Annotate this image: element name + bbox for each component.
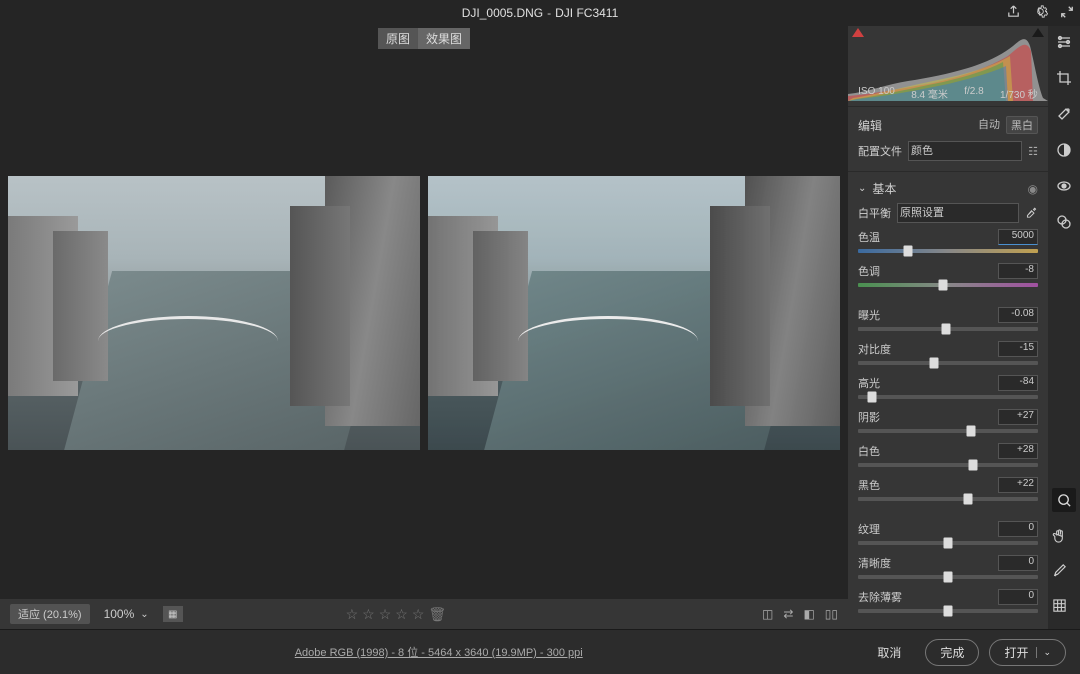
sampler-tool-icon[interactable] — [1052, 563, 1076, 582]
after-label[interactable]: 效果图 — [418, 28, 470, 49]
rating-stars: ☆ ☆ ☆ ☆ ☆ 🗑 — [346, 606, 447, 623]
exif-iso: ISO 100 — [858, 86, 895, 101]
dehaze-slider[interactable] — [858, 609, 1038, 613]
clarity-value[interactable]: 0 — [998, 555, 1038, 571]
clarity-label: 清晰度 — [858, 555, 891, 571]
edit-title: 编辑 — [858, 117, 882, 134]
cycle-view-icon[interactable]: ▯▯ — [825, 607, 838, 621]
before-label[interactable]: 原图 — [378, 28, 418, 49]
compare-mode-1-icon[interactable]: ◫ — [762, 607, 773, 621]
redeye-tool-icon[interactable] — [1056, 178, 1072, 198]
title-bar: DJI_0005.DNG - DJI FC3411 — [0, 0, 1080, 26]
preview-toolbar: 适应 (20.1%) 100% ▦ ☆ ☆ ☆ ☆ ☆ 🗑 ◫ ⇄ ◧ ▯▯ — [0, 599, 848, 629]
highlight-clip-warning-icon[interactable] — [1032, 28, 1044, 37]
gear-icon[interactable] — [1033, 4, 1048, 22]
highlights-slider[interactable] — [858, 395, 1038, 399]
dehaze-label: 去除薄雾 — [858, 589, 902, 605]
open-button[interactable]: 打开 — [989, 639, 1066, 666]
histogram[interactable]: ISO 100 8.4 毫米 f/2.8 1/730 秒 — [848, 26, 1048, 107]
auto-button[interactable]: 自动 — [978, 116, 1000, 134]
wb-select[interactable]: 原照设置 — [897, 203, 1019, 223]
share-icon[interactable] — [1006, 4, 1021, 22]
tool-strip — [1048, 26, 1080, 629]
exposure-value[interactable]: -0.08 — [998, 307, 1038, 323]
whites-value[interactable]: +28 — [998, 443, 1038, 459]
swap-icon[interactable]: ⇄ — [783, 607, 793, 621]
cancel-button[interactable]: 取消 — [863, 640, 915, 665]
hand-tool-icon[interactable] — [1052, 528, 1076, 547]
edit-tool-icon[interactable] — [1056, 34, 1072, 54]
shadows-value[interactable]: +27 — [998, 409, 1038, 425]
chevron-down-icon: ⌄ — [858, 183, 866, 194]
metadata-link[interactable]: Adobe RGB (1998) - 8 位 - 5464 x 3640 (19… — [295, 644, 583, 660]
heal-tool-icon[interactable] — [1056, 106, 1072, 126]
edit-panel: ISO 100 8.4 毫米 f/2.8 1/730 秒 编辑 自动 黑白 配置… — [848, 26, 1048, 629]
star-3[interactable]: ☆ — [379, 606, 392, 623]
star-2[interactable]: ☆ — [362, 606, 375, 623]
tint-slider[interactable] — [858, 283, 1038, 287]
blacks-slider[interactable] — [858, 497, 1038, 501]
texture-label: 纹理 — [858, 521, 880, 537]
camera-model: DJI FC3411 — [555, 6, 618, 20]
profile-select[interactable]: 颜色 — [908, 141, 1022, 161]
dehaze-value[interactable]: 0 — [998, 589, 1038, 605]
file-name: DJI_0005.DNG — [462, 6, 543, 20]
shadow-clip-warning-icon[interactable] — [852, 28, 864, 37]
zoom-select[interactable]: 100% — [100, 605, 153, 623]
preview-area: 原图 效果图 适应 (20.1%) 100% ▦ ☆ ☆ ☆ ☆ ☆ 🗑 — [0, 26, 848, 629]
after-image[interactable] — [428, 176, 840, 450]
temp-slider[interactable] — [858, 249, 1038, 253]
exposure-slider[interactable] — [858, 327, 1038, 331]
crop-tool-icon[interactable] — [1056, 70, 1072, 90]
blacks-value[interactable]: +22 — [998, 477, 1038, 493]
highlights-label: 高光 — [858, 375, 880, 391]
texture-value[interactable]: 0 — [998, 521, 1038, 537]
contrast-label: 对比度 — [858, 341, 891, 357]
basic-title: 基本 — [872, 180, 896, 197]
exif-aperture: f/2.8 — [964, 86, 983, 101]
blacks-label: 黑色 — [858, 477, 880, 493]
temp-value[interactable]: 5000 — [998, 229, 1038, 245]
contrast-slider[interactable] — [858, 361, 1038, 365]
highlights-value[interactable]: -84 — [998, 375, 1038, 391]
basic-section-header[interactable]: ⌄ 基本 ◉ — [858, 180, 1038, 197]
before-image[interactable] — [8, 176, 420, 450]
grid-tool-icon[interactable] — [1052, 598, 1076, 617]
compare-labels: 原图 效果图 — [378, 28, 470, 49]
exposure-label: 曝光 — [858, 307, 880, 323]
tint-value[interactable]: -8 — [998, 263, 1038, 279]
profile-browser-icon[interactable]: ☷ — [1028, 145, 1038, 158]
star-4[interactable]: ☆ — [395, 606, 408, 623]
tint-label: 色调 — [858, 263, 880, 279]
visibility-toggle-icon[interactable]: ◉ — [1028, 182, 1038, 196]
clarity-slider[interactable] — [858, 575, 1038, 579]
bw-button[interactable]: 黑白 — [1006, 116, 1038, 134]
profile-label: 配置文件 — [858, 143, 902, 159]
shadows-label: 阴影 — [858, 409, 880, 425]
toggle-grid-button[interactable]: ▦ — [163, 606, 183, 622]
shadows-slider[interactable] — [858, 429, 1038, 433]
fit-button[interactable]: 适应 (20.1%) — [10, 604, 90, 624]
exif-shutter: 1/730 秒 — [1000, 86, 1038, 101]
temp-label: 色温 — [858, 229, 880, 245]
contrast-value[interactable]: -15 — [998, 341, 1038, 357]
star-5[interactable]: ☆ — [412, 606, 425, 623]
done-button[interactable]: 完成 — [925, 639, 979, 666]
presets-icon[interactable] — [1056, 214, 1072, 234]
whites-slider[interactable] — [858, 463, 1038, 467]
texture-slider[interactable] — [858, 541, 1038, 545]
compare-mode-2-icon[interactable]: ◧ — [803, 607, 814, 621]
exif-focal: 8.4 毫米 — [911, 86, 948, 101]
collapse-icon[interactable] — [1060, 5, 1074, 22]
delete-icon[interactable]: 🗑 — [428, 606, 446, 623]
star-1[interactable]: ☆ — [346, 606, 359, 623]
whites-label: 白色 — [858, 443, 880, 459]
zoom-tool-icon[interactable] — [1052, 488, 1076, 512]
eyedropper-icon[interactable] — [1025, 205, 1038, 221]
mask-tool-icon[interactable] — [1056, 142, 1072, 162]
wb-label: 白平衡 — [858, 205, 891, 221]
bottom-bar: Adobe RGB (1998) - 8 位 - 5464 x 3640 (19… — [0, 629, 1080, 674]
